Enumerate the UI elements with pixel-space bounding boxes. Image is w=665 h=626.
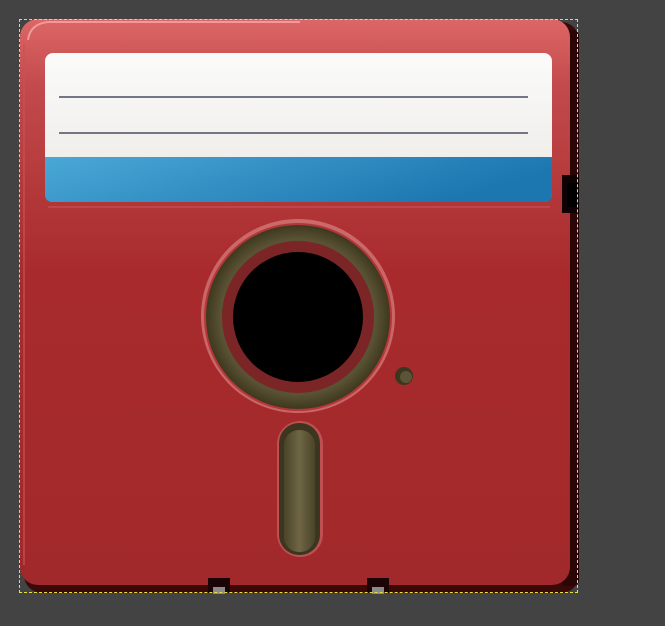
disk-label bbox=[45, 53, 552, 202]
disk-hub bbox=[201, 219, 395, 413]
label-color-stripe bbox=[45, 157, 552, 202]
floppy-disk-icon bbox=[20, 19, 579, 594]
image-canvas bbox=[0, 0, 665, 626]
read-write-slot bbox=[277, 421, 323, 557]
spindle-hole bbox=[233, 252, 363, 382]
